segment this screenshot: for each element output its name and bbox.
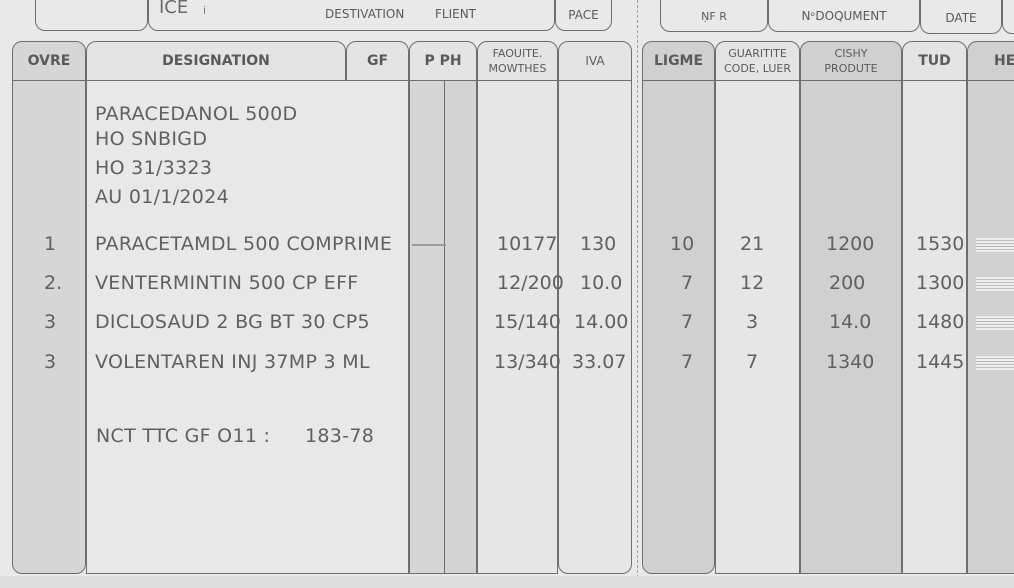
row-number: 2.	[44, 272, 63, 294]
row-tud: 1445	[916, 351, 965, 373]
row-quantity: 3	[746, 311, 759, 333]
row-designation: PARACETAMDL 500 COMPRIME	[95, 233, 393, 255]
row-iva: 10.0	[580, 272, 623, 294]
header-he: HE	[967, 41, 1014, 81]
row-faouite: 15/140	[494, 311, 561, 333]
row-iva: 130	[580, 233, 617, 255]
page: { "top": { "ice_label": "ICE", "ice_mark…	[0, 0, 1014, 588]
header-quantity: GUARITITE CODE, LUER	[715, 41, 800, 81]
row-designation: VENTERMINTIN 500 CP EFF	[95, 272, 359, 294]
row-tud: 1530	[916, 233, 965, 255]
row-quantity: 21	[740, 233, 765, 255]
row-number: 3	[44, 311, 57, 333]
row-tud: 1480	[916, 311, 965, 333]
total-label: NCT TTC GF O11 :	[96, 425, 271, 447]
row-he-marks	[976, 316, 1014, 330]
intro-line: PARACEDANOL 500D	[95, 103, 298, 125]
header-gf: GF	[346, 41, 409, 81]
header-designation: DESIGNATION	[86, 41, 346, 81]
date-label: DATE	[945, 11, 977, 25]
page-label-box: PACE	[555, 0, 612, 31]
row-ligme: 10	[670, 233, 695, 255]
row-faouite: 12/200	[497, 272, 564, 294]
row-faouite: 13/340	[494, 351, 561, 373]
header-ligme: LIGME	[642, 41, 715, 81]
header-iva: IVA	[558, 41, 632, 81]
document-box: NᵒDOQUMENT	[768, 0, 920, 32]
bottom-strip	[0, 576, 1014, 588]
intro-line: HO 31/3323	[95, 157, 213, 179]
row-he-marks	[976, 277, 1014, 291]
total-value: 183-78	[305, 425, 375, 447]
col-ligme	[642, 80, 715, 574]
row-designation: VOLENTAREN INJ 37MP 3 ML	[95, 351, 370, 373]
row-iva: 14.00	[574, 311, 629, 333]
nf-box: ṆF R	[660, 0, 768, 32]
intro-line: HO SNBIGD	[95, 128, 208, 150]
row-mark	[412, 244, 446, 246]
row-faouite: 10177	[497, 233, 558, 255]
ice-label: ICE	[159, 0, 189, 18]
row-cishy: 1200	[826, 233, 875, 255]
row-cishy: 200	[829, 272, 866, 294]
row-he-marks	[976, 238, 1014, 252]
intro-line: AU 01/1/2024	[95, 186, 229, 208]
destination-label: DESTIVATION	[325, 7, 405, 21]
col-pph-a	[409, 80, 445, 574]
header-cishy: CISHY PRODUTE	[800, 41, 902, 81]
row-cishy: 14.0	[829, 311, 872, 333]
row-cishy: 1340	[826, 351, 875, 373]
row-ligme: 7	[681, 272, 694, 294]
row-quantity: 7	[746, 351, 759, 373]
row-iva: 33.07	[572, 351, 627, 373]
document-label: NᵒDOQUMENT	[801, 9, 887, 23]
date-box: DATE	[920, 0, 1002, 34]
row-number: 3	[44, 351, 57, 373]
header-pph: P PH	[409, 41, 477, 81]
ice-mark: i	[203, 4, 207, 17]
top-edge-box	[1002, 0, 1014, 34]
nf-label: ṆF R	[701, 9, 727, 23]
row-quantity: 12	[740, 272, 765, 294]
row-ligme: 7	[681, 351, 694, 373]
page-label: PACE	[568, 7, 599, 22]
client-label: FLIENT	[435, 7, 477, 21]
header-ovre: OVRE	[12, 41, 86, 81]
row-number: 1	[44, 233, 57, 255]
row-he-marks	[976, 356, 1014, 370]
top-left-box	[35, 0, 148, 31]
row-designation: DICLOSAUD 2 BG BT 30 CP5	[95, 311, 370, 333]
header-faouite: FAOUITE. MOWTHES	[477, 41, 558, 81]
row-tud: 1300	[916, 272, 965, 294]
col-pph-b	[444, 80, 477, 574]
header-tud: TUD	[902, 41, 967, 81]
row-ligme: 7	[681, 311, 694, 333]
center-divider	[637, 0, 638, 588]
